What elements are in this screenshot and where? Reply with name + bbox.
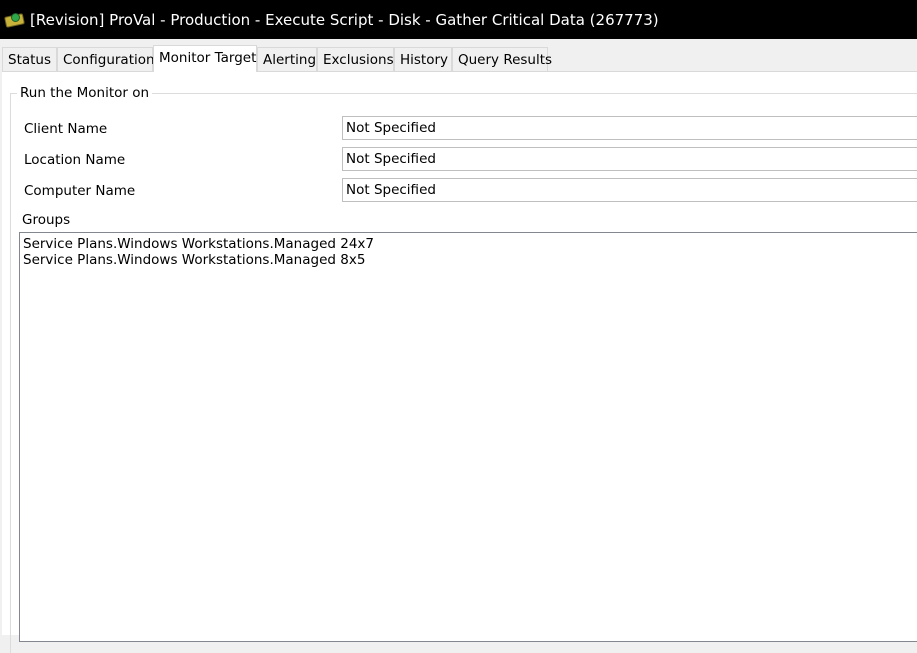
list-item[interactable]: Service Plans.Windows Workstations.Manag… — [23, 252, 917, 268]
tab-status[interactable]: Status — [2, 47, 57, 71]
app-icon — [4, 12, 25, 28]
title-bar: [Revision] ProVal - Production - Execute… — [0, 0, 917, 39]
client-name-label: Client Name — [24, 121, 108, 137]
tab-alerting[interactable]: Alerting — [257, 47, 317, 71]
monitor-target-panel: Run the Monitor on Client Name Not Speci… — [2, 72, 917, 653]
window-title: [Revision] ProVal - Production - Execute… — [30, 10, 659, 29]
list-item[interactable]: Service Plans.Windows Workstations.Manag… — [23, 236, 917, 252]
tab-history[interactable]: History — [394, 47, 452, 71]
computer-name-field[interactable]: Not Specified — [342, 178, 917, 202]
tab-configuration[interactable]: Configuration — [57, 47, 155, 71]
tab-monitor-target[interactable]: Monitor Target — [153, 45, 257, 72]
tab-query-results[interactable]: Query Results — [452, 47, 552, 71]
tab-strip: Status Configuration Monitor Target Aler… — [0, 39, 917, 72]
client-name-field[interactable]: Not Specified — [342, 116, 917, 140]
groups-list[interactable]: Service Plans.Windows Workstations.Manag… — [19, 232, 917, 642]
tab-exclusions[interactable]: Exclusions — [317, 47, 394, 71]
location-name-label: Location Name — [24, 152, 126, 168]
computer-name-label: Computer Name — [24, 183, 136, 199]
groupbox-title: Run the Monitor on — [17, 85, 153, 101]
groups-label: Groups — [22, 212, 71, 228]
location-name-field[interactable]: Not Specified — [342, 147, 917, 171]
